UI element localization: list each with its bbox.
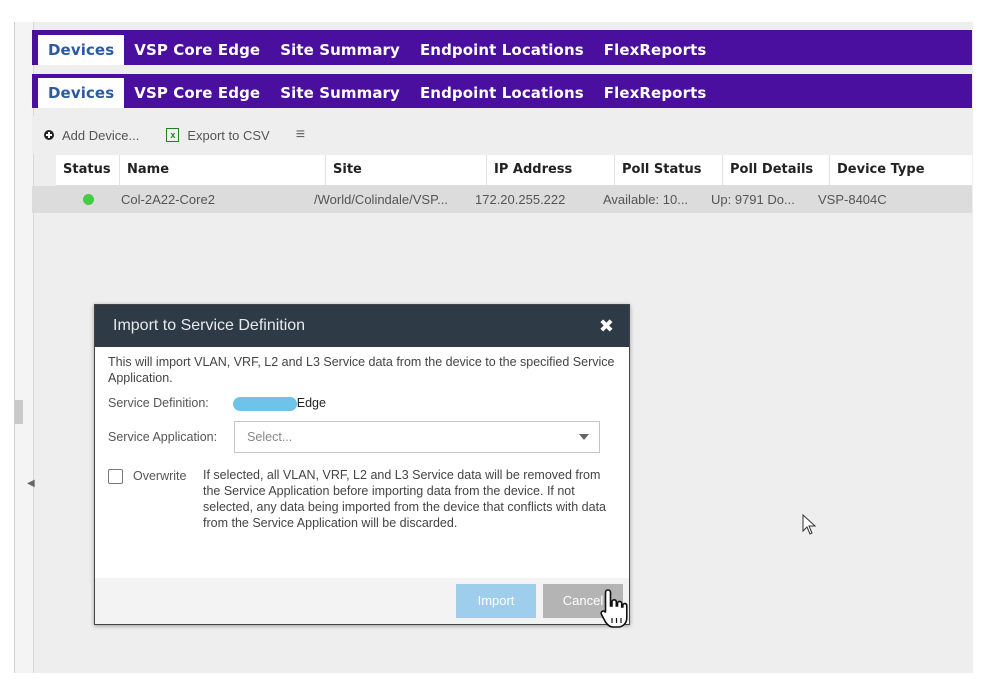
cell-site: /World/Colindale/VSP... <box>314 192 448 207</box>
add-device-button[interactable]: Add Device... <box>44 128 139 143</box>
tab-flexreports-2[interactable]: FlexReports <box>594 78 717 108</box>
cancel-button[interactable]: Cancel <box>543 584 623 618</box>
collapse-arrow-icon[interactable]: ◀ <box>27 478 35 489</box>
cell-poll-details: Up: 9791 Do... <box>711 192 795 207</box>
close-icon[interactable]: ✖ <box>599 316 614 337</box>
status-ok-icon <box>83 194 94 205</box>
tab-devices[interactable]: Devices <box>38 35 125 65</box>
service-definition-label: Service Definition: <box>108 396 209 410</box>
export-csv-label: Export to CSV <box>187 127 270 143</box>
import-dialog: Import to Service Definition ✖ This will… <box>94 304 630 625</box>
top-tabbar: Devices VSP Core Edge Site Summary Endpo… <box>32 30 972 65</box>
chevron-down-icon <box>579 434 590 440</box>
tab-endpoint-locations[interactable]: Endpoint Locations <box>410 35 594 65</box>
service-definition-row: Service Definition: Edge <box>108 396 617 411</box>
table-row[interactable]: Col-2A22-Core2 /World/Colindale/VSP... 1… <box>32 186 972 213</box>
add-icon <box>44 130 54 140</box>
overwrite-label[interactable]: Overwrite <box>133 469 203 531</box>
device-toolbar: Add Device... x Export to CSV ≡ <box>32 116 972 154</box>
header-device-type[interactable]: Device Type <box>830 155 972 185</box>
cell-poll-status: Available: 10... <box>603 192 689 207</box>
dialog-header: Import to Service Definition ✖ <box>95 305 629 347</box>
cell-device-type: VSP-8404C <box>818 192 887 207</box>
tab-vsp-core-edge-2[interactable]: VSP Core Edge <box>124 78 270 108</box>
service-application-row: Service Application: Select... <box>108 421 617 453</box>
cell-name: Col-2A22-Core2 <box>121 192 215 207</box>
tab-endpoint-locations-2[interactable]: Endpoint Locations <box>410 78 594 108</box>
export-csv-button[interactable]: x Export to CSV <box>166 127 270 143</box>
secondary-tabbar: Devices VSP Core Edge Site Summary Endpo… <box>32 74 972 108</box>
tab-site-summary-2[interactable]: Site Summary <box>270 78 410 108</box>
menu-icon[interactable]: ≡ <box>296 126 305 144</box>
left-panel-handle[interactable] <box>15 400 23 424</box>
tab-flexreports[interactable]: FlexReports <box>594 35 717 65</box>
tab-vsp-core-edge[interactable]: VSP Core Edge <box>124 35 270 65</box>
service-definition-value: Edge <box>232 396 326 411</box>
add-device-label: Add Device... <box>62 127 140 143</box>
dialog-title: Import to Service Definition <box>113 317 306 334</box>
cell-ip: 172.20.255.222 <box>475 192 566 207</box>
excel-icon: x <box>166 128 180 142</box>
import-button[interactable]: Import <box>456 584 536 618</box>
header-name[interactable]: Name <box>120 155 326 185</box>
header-poll-status[interactable]: Poll Status <box>615 155 723 185</box>
header-site[interactable]: Site <box>326 155 487 185</box>
service-application-select[interactable]: Select... <box>234 421 601 453</box>
dialog-footer: Import Cancel <box>95 578 629 624</box>
redaction-mark <box>232 397 297 411</box>
dialog-body: This will import VLAN, VRF, L2 and L3 Se… <box>95 347 629 531</box>
overwrite-checkbox[interactable] <box>108 469 123 484</box>
overwrite-row: Overwrite If selected, all VLAN, VRF, L2… <box>108 467 617 531</box>
tab-site-summary[interactable]: Site Summary <box>270 35 410 65</box>
service-application-placeholder: Select... <box>247 430 293 444</box>
dialog-intro: This will import VLAN, VRF, L2 and L3 Se… <box>108 355 615 385</box>
service-application-label: Service Application: <box>108 430 218 444</box>
overwrite-description: If selected, all VLAN, VRF, L2 and L3 Se… <box>203 468 607 530</box>
header-ip-address[interactable]: IP Address <box>487 155 615 185</box>
header-poll-details[interactable]: Poll Details <box>723 155 830 185</box>
header-status[interactable]: Status <box>56 155 120 185</box>
tab-devices-2[interactable]: Devices <box>38 78 125 108</box>
grid-header: Status Name Site IP Address Poll Status … <box>56 155 972 186</box>
